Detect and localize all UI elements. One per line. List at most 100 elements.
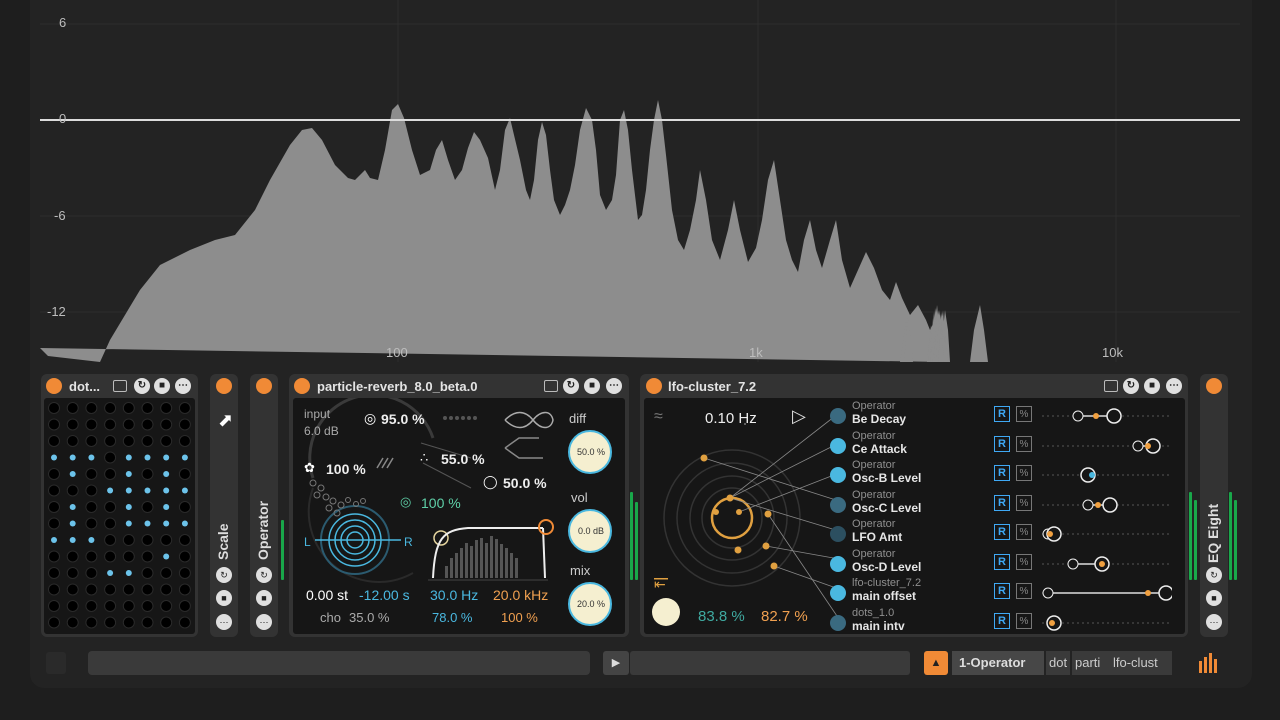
target-indicator-icon[interactable]: [830, 585, 846, 601]
scale-hotswap-icon[interactable]: ↻: [216, 567, 232, 583]
percent-toggle[interactable]: %: [1016, 583, 1032, 599]
dot-cell[interactable]: [160, 402, 173, 414]
dot-cell[interactable]: [66, 583, 79, 596]
dot-cell[interactable]: [104, 534, 117, 546]
eq-hotswap-icon[interactable]: ↻: [1206, 567, 1222, 583]
dot-cell[interactable]: [104, 501, 117, 513]
time-value[interactable]: -12.00 s: [359, 587, 410, 603]
dot-cell[interactable]: [122, 534, 135, 546]
dot-cell[interactable]: [104, 550, 117, 563]
pitch-value[interactable]: 0.00 st: [306, 587, 348, 603]
dot-cell[interactable]: [104, 468, 117, 480]
dot-cell[interactable]: [85, 418, 98, 431]
chain-tab[interactable]: lfo-clust: [1110, 651, 1172, 675]
dot-cell[interactable]: [48, 468, 60, 480]
dot-cell[interactable]: [66, 484, 79, 497]
dot-cell[interactable]: [122, 435, 135, 447]
lfo-pct1[interactable]: 83.8 %: [698, 608, 745, 625]
percent-toggle[interactable]: %: [1016, 435, 1032, 452]
dot-cell[interactable]: [178, 550, 191, 563]
dot-cell[interactable]: [88, 454, 95, 461]
dot-cell[interactable]: [69, 471, 76, 477]
dot-cell[interactable]: [141, 501, 154, 513]
dot-cell[interactable]: [125, 520, 132, 527]
dots-grid[interactable]: [44, 398, 195, 634]
dot-cell[interactable]: [160, 616, 173, 629]
dot-cell[interactable]: [85, 484, 98, 497]
dot-cell[interactable]: [125, 471, 132, 477]
density-value[interactable]: 95.0 %: [381, 411, 425, 427]
dot-cell[interactable]: [141, 534, 154, 546]
high-cut-value[interactable]: 20.0 kHz: [493, 587, 548, 603]
reverb-view-icon[interactable]: [544, 380, 558, 392]
meter-view-icon[interactable]: [1198, 653, 1220, 673]
eq-save-icon[interactable]: ■: [1206, 590, 1222, 606]
dot-cell[interactable]: [160, 583, 173, 596]
dot-cell[interactable]: [85, 435, 98, 447]
dot-cell[interactable]: [85, 567, 98, 579]
dot-cell[interactable]: [107, 487, 114, 494]
dot-cell[interactable]: [181, 520, 188, 527]
dot-cell[interactable]: [141, 550, 154, 563]
scroll-bar[interactable]: [88, 651, 590, 675]
dot-cell[interactable]: [48, 402, 60, 414]
dot-cell[interactable]: [178, 583, 191, 596]
range-toggle[interactable]: R: [994, 612, 1010, 629]
dot-cell[interactable]: [141, 616, 154, 629]
lfo-target-row[interactable]: dots_1.0 main intv R%: [828, 607, 1178, 639]
dot-cell[interactable]: [160, 418, 173, 431]
percent-toggle[interactable]: %: [1016, 406, 1032, 422]
dot-cell[interactable]: [160, 567, 173, 579]
operator-save-icon[interactable]: ■: [256, 590, 272, 606]
dot-cell[interactable]: [163, 553, 170, 560]
chain-tab[interactable]: dot: [1046, 651, 1070, 675]
dot-cell[interactable]: [178, 418, 191, 431]
dot-cell[interactable]: [66, 567, 79, 579]
dot-cell[interactable]: [51, 454, 57, 461]
dot-cell[interactable]: [178, 616, 191, 629]
modulation-range-slider[interactable]: [1042, 609, 1172, 637]
dot-cell[interactable]: [85, 402, 98, 414]
reverb-power-button[interactable]: [294, 378, 310, 394]
range-toggle[interactable]: R: [994, 406, 1010, 422]
dot-cell[interactable]: [48, 418, 60, 431]
chain-tab[interactable]: parti: [1072, 651, 1112, 675]
lfo-pct2[interactable]: 82.7 %: [761, 608, 808, 625]
dot-cell[interactable]: [178, 501, 191, 513]
dot-cell[interactable]: [85, 468, 98, 480]
target-indicator-icon[interactable]: [830, 437, 846, 454]
dot-cell[interactable]: [141, 600, 154, 612]
percent-toggle[interactable]: %: [1016, 465, 1032, 481]
lfo-hotswap-icon[interactable]: ↻: [1123, 378, 1139, 394]
target-indicator-icon[interactable]: [830, 496, 846, 513]
percent-toggle[interactable]: %: [1016, 524, 1032, 540]
dot-cell[interactable]: [85, 600, 98, 612]
modulation-range-slider[interactable]: [1042, 550, 1172, 578]
modulation-range-slider[interactable]: [1042, 491, 1172, 519]
scale-more-icon[interactable]: ⋯: [216, 614, 232, 630]
dot-cell[interactable]: [48, 517, 60, 530]
lowcut-amount-value[interactable]: 78.0 %: [432, 610, 472, 625]
dot-cell[interactable]: [144, 454, 151, 461]
modulation-range-slider[interactable]: [1042, 402, 1172, 430]
dot-cell[interactable]: [141, 402, 154, 414]
lfo-target-row[interactable]: Operator Osc-B Level R%: [828, 459, 1178, 491]
dot-cell[interactable]: [48, 583, 60, 596]
dot-cell[interactable]: [48, 567, 60, 579]
dots-matrix[interactable]: [44, 398, 195, 634]
dot-cell[interactable]: [69, 537, 76, 543]
expand-icon[interactable]: ▲: [924, 651, 948, 675]
modulation-range-slider[interactable]: [1042, 579, 1172, 607]
dot-cell[interactable]: [85, 550, 98, 563]
dot-cell[interactable]: [144, 520, 151, 527]
dot-cell[interactable]: [178, 468, 191, 480]
scale-save-icon[interactable]: ■: [216, 590, 232, 606]
eq-more-icon[interactable]: ⋯: [1206, 614, 1222, 630]
modulation-range-slider[interactable]: [1042, 432, 1172, 460]
particles-value[interactable]: 100 %: [326, 461, 366, 477]
dot-cell[interactable]: [122, 600, 135, 612]
dot-cell[interactable]: [66, 435, 79, 447]
dot-cell[interactable]: [48, 600, 60, 612]
input-value[interactable]: 6.0 dB: [304, 424, 339, 438]
target-indicator-icon[interactable]: [830, 467, 846, 483]
